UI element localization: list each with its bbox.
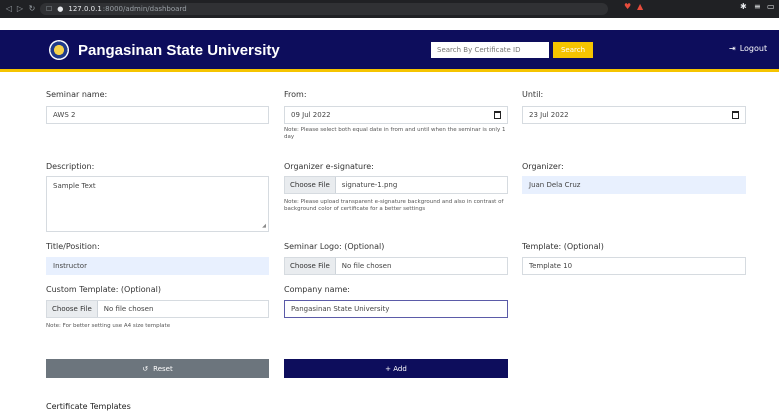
puzzle-icon[interactable]: ✱ — [740, 2, 747, 11]
organizer-signature-file-input[interactable]: Choose File signature-1.png — [284, 176, 508, 194]
from-date-value: 09 Jul 2022 — [291, 111, 331, 119]
until-date-input[interactable]: 23 Jul 2022 — [522, 106, 746, 124]
brand-title: Pangasinan State University — [78, 42, 280, 59]
until-date-value: 23 Jul 2022 — [529, 111, 569, 119]
signature-note: Note: Please upload transparent e-signat… — [284, 199, 504, 212]
company-name-label: Company name: — [284, 285, 350, 294]
university-logo — [49, 40, 69, 60]
certificate-search-input[interactable] — [431, 42, 549, 58]
playlist-icon[interactable]: ≡ — [754, 2, 761, 11]
logout-link[interactable]: ⇥ Logout — [729, 44, 767, 53]
extension-icon-shield[interactable]: ♥ — [624, 2, 631, 11]
url-path: :8000/admin/dashboard — [102, 5, 187, 13]
description-value: Sample Text — [53, 182, 96, 190]
certificate-templates-heading: Certificate Templates — [46, 402, 131, 411]
choose-file-button[interactable]: Choose File — [47, 301, 98, 317]
until-label: Until: — [522, 90, 544, 99]
site-info-icon[interactable]: ● — [57, 5, 63, 13]
custom-template-label: Custom Template: (Optional) — [46, 285, 161, 294]
from-label: From: — [284, 90, 307, 99]
seminar-name-input[interactable]: AWS 2 — [46, 106, 269, 124]
add-button[interactable]: + Add — [284, 359, 508, 378]
chosen-file-name: No file chosen — [341, 262, 392, 270]
from-date-input[interactable]: 09 Jul 2022 — [284, 106, 508, 124]
url-host: 127.0.0.1 — [68, 5, 102, 13]
template-label: Template: (Optional) — [522, 242, 604, 251]
title-position-value: Instructor — [53, 262, 87, 270]
calendar-icon[interactable] — [494, 111, 501, 119]
bookmark-icon[interactable]: ☐ — [46, 5, 52, 13]
reset-icon: ↺ — [142, 364, 149, 373]
extension-icon-triangle[interactable]: ▲ — [637, 2, 643, 11]
choose-file-button[interactable]: Choose File — [285, 177, 336, 193]
address-bar[interactable]: ☐ ● 127.0.0.1 :8000/admin/dashboard — [40, 3, 608, 15]
description-textarea[interactable]: Sample Text ◢ — [46, 176, 269, 232]
title-position-input[interactable]: Instructor — [46, 257, 269, 275]
search-button[interactable]: Search — [553, 42, 593, 58]
custom-template-note: Note: For better setting use A4 size tem… — [46, 323, 171, 329]
title-position-label: Title/Position: — [46, 242, 100, 251]
description-label: Description: — [46, 162, 95, 171]
resize-handle-icon[interactable]: ◢ — [262, 223, 266, 229]
logout-icon: ⇥ — [729, 44, 736, 53]
seminar-name-value: AWS 2 — [53, 111, 76, 119]
forward-icon[interactable]: ▷ — [14, 4, 26, 13]
custom-template-file-input[interactable]: Choose File No file chosen — [46, 300, 269, 318]
browser-toolbar: ◁ ▷ ↻ ☐ ● 127.0.0.1 :8000/admin/dashboar… — [0, 0, 779, 18]
reset-button[interactable]: ↺ Reset — [46, 359, 269, 378]
logout-label: Logout — [739, 44, 768, 53]
template-value: Template 10 — [529, 262, 573, 270]
reset-label: Reset — [153, 364, 173, 373]
calendar-icon[interactable] — [732, 111, 739, 119]
reload-icon[interactable]: ↻ — [26, 4, 38, 13]
from-date-note: Note: Please select both equal date in f… — [284, 127, 506, 140]
seminar-name-label: Seminar name: — [46, 90, 108, 99]
template-input[interactable]: Template 10 — [522, 257, 746, 275]
company-name-value: Pangasinan State University — [291, 305, 390, 313]
organizer-value: Juan Dela Cruz — [529, 181, 581, 189]
seminar-logo-label: Seminar Logo: (Optional) — [284, 242, 385, 251]
add-label: + Add — [385, 364, 407, 373]
organizer-signature-label: Organizer e-signature: — [284, 162, 374, 171]
organizer-label: Organizer: — [522, 162, 564, 171]
organizer-input[interactable]: Juan Dela Cruz — [522, 176, 746, 194]
choose-file-button[interactable]: Choose File — [285, 258, 336, 274]
window-icon[interactable]: ▭ — [767, 2, 775, 11]
chosen-file-name: No file chosen — [103, 305, 154, 313]
chosen-file-name: signature-1.png — [341, 181, 398, 189]
seminar-logo-file-input[interactable]: Choose File No file chosen — [284, 257, 508, 275]
company-name-input[interactable]: Pangasinan State University — [284, 300, 508, 318]
